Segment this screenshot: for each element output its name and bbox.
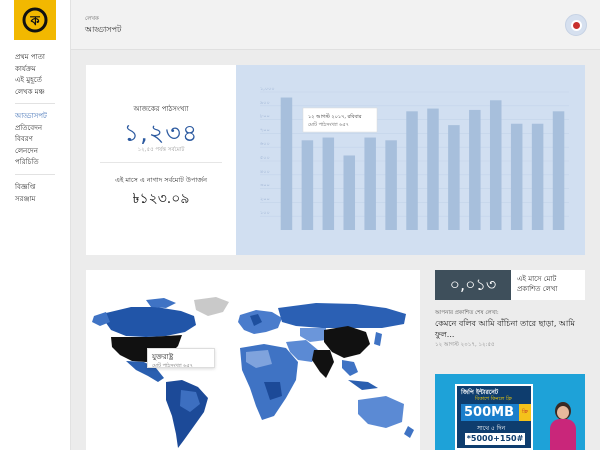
- y-tick-label: ৫০০: [260, 155, 270, 161]
- nav-item-details[interactable]: বিবরণ: [15, 134, 47, 146]
- chart-bar[interactable]: [510, 123, 523, 230]
- chart-bar[interactable]: [406, 111, 418, 230]
- nav-item-now[interactable]: এই মুহূর্তে: [15, 75, 45, 87]
- chart-bar[interactable]: [531, 123, 544, 230]
- map-tooltip-title: যুক্তরাষ্ট্র: [152, 353, 174, 361]
- ad-code: *5000+150#: [465, 433, 525, 445]
- map-region-central-asia[interactable]: [300, 328, 326, 342]
- nav-item-home[interactable]: প্রথম পাতা: [15, 52, 45, 64]
- nav-divider: [15, 174, 55, 175]
- monthly-posts-label: এই মাসে মোট প্রকাশিত লেখা: [511, 270, 585, 300]
- monthly-posts-box: ০,০১৩ এই মাসে মোট প্রকাশিত লেখা: [435, 270, 585, 300]
- chart-bar[interactable]: [448, 125, 460, 230]
- logo-char: ক: [29, 14, 40, 29]
- nav-group-tools: বিজ্ঞপ্তি সরঞ্জাম: [15, 182, 35, 205]
- nav-group-account: আড্ডাসপট প্রতিবেদন বিবরণ লেনদেন পরিচিতি: [15, 111, 47, 169]
- chart-bar[interactable]: [385, 140, 397, 230]
- nav-item-notices[interactable]: বিজ্ঞপ্তি: [15, 182, 35, 194]
- nav-item-profile[interactable]: পরিচিতি: [15, 157, 47, 169]
- ad-mb: 500MB: [461, 404, 519, 421]
- last-post-date: ১২ আগস্ট ২০১৭, ১২:৫৫: [435, 342, 495, 348]
- map-region-india[interactable]: [312, 350, 334, 378]
- chart-bar[interactable]: [364, 137, 376, 230]
- map-region-canada[interactable]: [104, 307, 196, 337]
- chart-bar[interactable]: [469, 109, 481, 230]
- earnings-label: এই মাসে এ নাগাদ সর্বমোট উপার্জন: [115, 176, 207, 184]
- map-region-russia[interactable]: [278, 303, 406, 328]
- stats-card: আজকের পাঠসংখ্যা ১,২৩৪ ১২,৫৫ পর্যন্ত সর্ব…: [86, 65, 236, 255]
- chart-bar[interactable]: [489, 100, 502, 230]
- chart-tooltip-value: মোট পাঠসংখ্যা ৬৫৭: [308, 121, 349, 128]
- map-tooltip: যুক্তরাষ্ট্র মোট পাঠসংখ্যা ৬৫৭: [147, 348, 215, 369]
- readers-map-card: যুক্তরাষ্ট্র মোট পাঠসংখ্যা ৬৫৭: [86, 270, 420, 450]
- map-region-australia[interactable]: [358, 396, 404, 428]
- today-reads-label: আজকের পাঠসংখ্যা: [133, 105, 189, 113]
- ad-bonus: ফ্রি: [519, 404, 531, 421]
- chart-bar[interactable]: [301, 140, 314, 230]
- y-tick-label: ৭০০: [260, 127, 270, 133]
- page-header: লেখক আড্ডাসপট: [71, 0, 600, 50]
- nav-item-reports[interactable]: প্রতিবেদন: [15, 123, 47, 135]
- chart-bar[interactable]: [552, 111, 565, 230]
- nav-item-tools[interactable]: সরঞ্জাম: [15, 194, 35, 206]
- chart-bar[interactable]: [427, 108, 439, 230]
- app-logo[interactable]: ক: [14, 0, 56, 40]
- user-avatar[interactable]: [565, 14, 587, 36]
- chart-bar[interactable]: [280, 97, 293, 230]
- header-subtitle: লেখক: [85, 16, 99, 22]
- map-region-south-america[interactable]: [166, 380, 208, 448]
- advertisement-banner[interactable]: জিপি ইন্টারনেট বিকাশে কিনলে ফ্রি 500MB ফ…: [435, 374, 585, 450]
- nav-divider: [15, 103, 55, 104]
- world-map[interactable]: [86, 270, 420, 450]
- logo-icon: ক: [22, 7, 48, 33]
- avatar-icon: [570, 19, 582, 31]
- chart-tooltip: ১২ আগস্ট ২০১৭, রবিবারমোট পাঠসংখ্যা ৬৫৭: [302, 107, 378, 133]
- monthly-posts-count: ০,০১৩: [435, 270, 511, 300]
- page-title: আড্ডাসপট: [85, 25, 122, 34]
- map-tooltip-sub: মোট পাঠসংখ্যা ৬৫৭: [152, 363, 194, 369]
- chart-tooltip-date: ১২ আগস্ট ২০১৭, রবিবার: [308, 113, 362, 120]
- chart-svg: ১,০০০ ৯০০ ৮০০ ৭০০ ৬০০ ৫০০ ৪০০ ৩০০ ২০০ ১০০ ১২ আগস্ট…: [260, 86, 569, 230]
- nav-item-writers[interactable]: লেখক মঞ্চ: [15, 87, 45, 99]
- y-tick-label: ৩০০: [260, 183, 270, 189]
- nav-item-transactions[interactable]: লেনদেন: [15, 146, 47, 158]
- y-tick-label: ২০০: [260, 196, 270, 202]
- ad-line2: বিকাশে কিনলে ফ্রি: [475, 396, 512, 402]
- last-post-title[interactable]: কেমনে বলিব আমি বাঁচিনা তারে ছাড়া, আমি ফ…: [435, 318, 585, 340]
- daily-reads-chart: ১,০০০ ৯০০ ৮০০ ৭০০ ৬০০ ৫০০ ৪০০ ৩০০ ২০০ ১০০ ১২ আগস্ট…: [236, 65, 585, 255]
- earnings-value: ৳১২৩.০৯: [132, 191, 190, 207]
- total-reads-label: ১২,৫৫ পর্যন্ত সর্বমোট: [137, 147, 185, 153]
- chart-bar[interactable]: [343, 155, 356, 230]
- map-region-southeast-asia[interactable]: [342, 360, 358, 376]
- map-region-arctic-islands[interactable]: [146, 298, 176, 308]
- nav-group-main: প্রথম পাতা কার্যক্রম এই মুহূর্তে লেখক মঞ…: [15, 52, 45, 98]
- y-tick-label: ৬০০: [260, 141, 270, 147]
- y-tick-label: ১,০০০: [260, 86, 275, 92]
- y-tick-label: ৯০০: [260, 100, 270, 106]
- map-region-indonesia[interactable]: [348, 380, 378, 390]
- y-tick-label: ৪০০: [260, 169, 270, 175]
- map-region-new-zealand[interactable]: [404, 426, 414, 438]
- nav-item-activity[interactable]: কার্যক্রম: [15, 64, 45, 76]
- last-post-label: আপনার প্রকাশিত শেষ লেখা:: [435, 310, 499, 316]
- sidebar: ক প্রথম পাতা কার্যক্রম এই মুহূর্তে লেখক …: [0, 0, 71, 450]
- map-region-japan[interactable]: [374, 332, 382, 346]
- ad-person-image: [547, 402, 577, 450]
- stats-divider: [100, 162, 222, 163]
- y-tick-label: ৮০০: [260, 114, 270, 120]
- chart-bar[interactable]: [322, 137, 335, 230]
- nav-item-addaspot[interactable]: আড্ডাসপট: [15, 111, 47, 123]
- y-tick-label: ১০০: [260, 210, 270, 216]
- map-region-greenland[interactable]: [194, 297, 229, 316]
